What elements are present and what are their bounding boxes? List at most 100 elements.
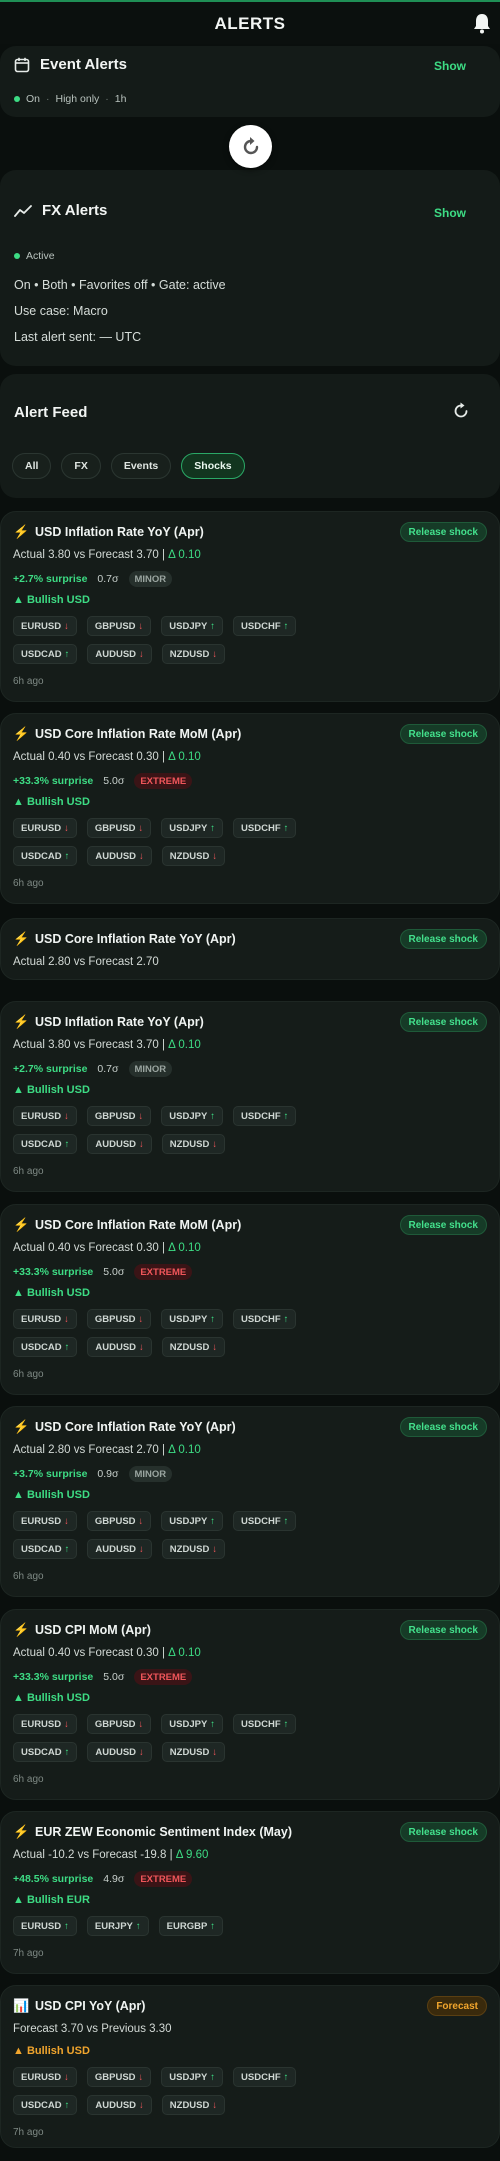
pair-chip[interactable]: AUDUSD ↓ — [87, 644, 152, 664]
pair-chip[interactable]: AUDUSD ↓ — [87, 1134, 152, 1154]
surprise-line: +3.7% surprise 0.9σ MINOR — [13, 1466, 173, 1482]
pair-chip[interactable]: AUDUSD ↓ — [87, 846, 152, 866]
pair-chip[interactable]: NZDUSD ↓ — [161, 2095, 226, 2115]
pair-chip[interactable]: EURUSD ↓ — [13, 616, 77, 636]
pair-name: USDJPY — [169, 1718, 208, 1730]
pair-chip[interactable]: AUDUSD ↓ — [87, 1742, 152, 1762]
pair-chip[interactable]: USDCAD ↑ — [13, 846, 78, 866]
pair-chip[interactable]: GBPUSD ↓ — [86, 616, 152, 636]
pair-chip[interactable]: USDJPY ↑ — [161, 616, 224, 636]
filter-fx[interactable]: FX — [61, 453, 101, 479]
alert-card[interactable]: ⚡ USD Core Inflation Rate YoY (Apr) Releas… — [0, 918, 500, 980]
pair-chip[interactable]: USDCAD ↑ — [13, 1337, 78, 1357]
filter-all[interactable]: All — [12, 453, 52, 479]
pair-chip[interactable]: USDJPY ↑ — [161, 818, 224, 838]
sigma-value: 5.0σ — [103, 775, 125, 787]
pair-chip[interactable]: USDCHF ↑ — [233, 2067, 297, 2087]
alert-card[interactable]: ⚡ USD CPI MoM (Apr) Release shock Actual 0.… — [0, 1609, 500, 1800]
pair-chip[interactable]: NZDUSD ↓ — [161, 1134, 226, 1154]
currency-pairs: EURUSD ↓ GBPUSD ↓ USDJPY ↑ USDCHF ↑ USDCAD ↑ AUDUS… — [13, 2067, 313, 2115]
pair-chip[interactable]: EURUSD ↓ — [13, 1309, 77, 1329]
pair-chip[interactable]: AUDUSD ↓ — [87, 2095, 152, 2115]
pair-name: USDCHF — [241, 1313, 281, 1325]
pair-name: EURUSD — [21, 1718, 62, 1730]
pair-chip[interactable]: NZDUSD ↓ — [161, 644, 226, 664]
arrow-up-icon: ↑ — [210, 620, 216, 632]
pair-chip[interactable]: NZDUSD ↓ — [161, 1337, 226, 1357]
arrow-up-icon: ↑ — [283, 1718, 289, 1730]
pair-chip[interactable]: EURUSD ↓ — [13, 1106, 77, 1126]
arrow-down-icon: ↓ — [138, 822, 144, 834]
alert-card[interactable]: ⚡ USD Inflation Rate YoY (Apr) Release sho… — [0, 511, 500, 702]
pair-chip[interactable]: USDJPY ↑ — [161, 1309, 224, 1329]
pull-refresh-indicator[interactable] — [229, 125, 272, 168]
actual-vs-forecast: Actual 2.80 vs Forecast 2.70 | — [13, 1444, 169, 1456]
event-alerts-show-button[interactable]: Show — [434, 59, 466, 73]
filter-shocks[interactable]: Shocks — [181, 453, 245, 479]
pair-chip[interactable]: USDCHF ↑ — [233, 818, 297, 838]
pair-chip[interactable]: USDJPY ↑ — [161, 1106, 224, 1126]
pair-name: USDJPY — [169, 1515, 208, 1527]
pair-name: GBPUSD — [94, 1718, 136, 1730]
pair-chip[interactable]: AUDUSD ↓ — [87, 1337, 152, 1357]
pair-chip[interactable]: EURUSD ↓ — [13, 2067, 77, 2087]
pair-chip[interactable]: NZDUSD ↓ — [161, 1742, 226, 1762]
pair-chip[interactable]: GBPUSD ↓ — [86, 1309, 152, 1329]
arrow-up-icon: ↑ — [283, 1515, 289, 1527]
pair-chip[interactable]: EURGBP ↑ — [158, 1916, 224, 1936]
pair-chip[interactable]: USDCHF ↑ — [233, 1106, 297, 1126]
pair-chip[interactable]: USDJPY ↑ — [161, 1511, 224, 1531]
bell-icon[interactable] — [472, 12, 492, 34]
pair-chip[interactable]: AUDUSD ↓ — [87, 1539, 152, 1559]
pair-name: USDCAD — [21, 2099, 62, 2111]
pair-chip[interactable]: GBPUSD ↓ — [86, 818, 152, 838]
alert-card[interactable]: ⚡ USD Core Inflation Rate MoM (Apr) Releas… — [0, 713, 500, 904]
pair-chip[interactable]: NZDUSD ↓ — [161, 846, 226, 866]
alert-card[interactable]: 📊 USD CPI YoY (Apr) Forecast Forecast 3.70 … — [0, 1985, 500, 2148]
arrow-up-icon: ↑ — [64, 850, 70, 862]
alert-card-header: ⚡ USD Inflation Rate YoY (Apr) — [13, 1014, 204, 1030]
pair-chip[interactable]: GBPUSD ↓ — [86, 2067, 152, 2087]
alert-card[interactable]: ⚡ USD Inflation Rate YoY (Apr) Release sho… — [0, 1001, 500, 1192]
pair-chip[interactable]: EURJPY ↑ — [86, 1916, 149, 1936]
arrow-up-icon: ↑ — [64, 1341, 70, 1353]
event-alerts-title: Event Alerts — [40, 56, 127, 73]
alert-card[interactable]: ⚡ USD Core Inflation Rate YoY (Apr) Releas… — [0, 1406, 500, 1597]
arrow-up-icon: ↑ — [64, 1920, 69, 1932]
pair-chip[interactable]: USDCAD ↑ — [13, 1742, 78, 1762]
pair-chip[interactable]: EURUSD ↓ — [13, 1714, 77, 1734]
bias-label: ▲ Bullish USD — [13, 1084, 90, 1096]
alert-card-header: ⚡ USD Inflation Rate YoY (Apr) — [13, 524, 204, 540]
pair-chip[interactable]: USDCAD ↑ — [13, 1539, 78, 1559]
pair-chip[interactable]: USDCHF ↑ — [233, 1309, 297, 1329]
pair-chip[interactable]: NZDUSD ↓ — [161, 1539, 226, 1559]
lightning-icon: ⚡ — [13, 1622, 30, 1637]
alert-card-values: Actual 3.80 vs Forecast 3.70 | Δ 0.10 — [13, 549, 201, 561]
filter-events[interactable]: Events — [110, 453, 172, 479]
pair-chip[interactable]: USDCHF ↑ — [233, 1714, 297, 1734]
pair-chip[interactable]: USDJPY ↑ — [161, 1714, 224, 1734]
pair-chip[interactable]: GBPUSD ↓ — [86, 1511, 152, 1531]
delta-value: Δ 9.60 — [175, 1849, 209, 1861]
pair-chip[interactable]: USDCAD ↑ — [13, 2095, 78, 2115]
alert-card[interactable]: ⚡ EUR ZEW Economic Sentiment Index (May) R… — [0, 1811, 500, 1974]
pair-chip[interactable]: GBPUSD ↓ — [86, 1106, 152, 1126]
timestamp: 6h ago — [13, 1369, 44, 1380]
pair-name: EURJPY — [94, 1920, 133, 1932]
pair-name: GBPUSD — [94, 822, 136, 834]
pair-chip[interactable]: EURUSD ↑ — [13, 1916, 77, 1936]
actual-vs-forecast: Actual 2.80 vs Forecast 2.70 — [13, 956, 159, 968]
lightning-icon: ⚡ — [13, 1824, 30, 1839]
pair-chip[interactable]: EURUSD ↓ — [13, 1511, 77, 1531]
refresh-icon[interactable] — [452, 402, 470, 420]
event-alerts-window: 1h — [114, 93, 127, 105]
pair-chip[interactable]: USDCHF ↑ — [233, 616, 297, 636]
pair-chip[interactable]: USDCAD ↑ — [13, 1134, 78, 1154]
pair-chip[interactable]: GBPUSD ↓ — [86, 1714, 152, 1734]
alert-card[interactable]: ⚡ USD Core Inflation Rate MoM (Apr) Releas… — [0, 1204, 500, 1395]
pair-chip[interactable]: USDCHF ↑ — [233, 1511, 297, 1531]
pair-chip[interactable]: USDJPY ↑ — [161, 2067, 224, 2087]
fx-alerts-show-button[interactable]: Show — [434, 206, 466, 220]
pair-chip[interactable]: USDCAD ↑ — [13, 644, 78, 664]
pair-chip[interactable]: EURUSD ↓ — [13, 818, 77, 838]
